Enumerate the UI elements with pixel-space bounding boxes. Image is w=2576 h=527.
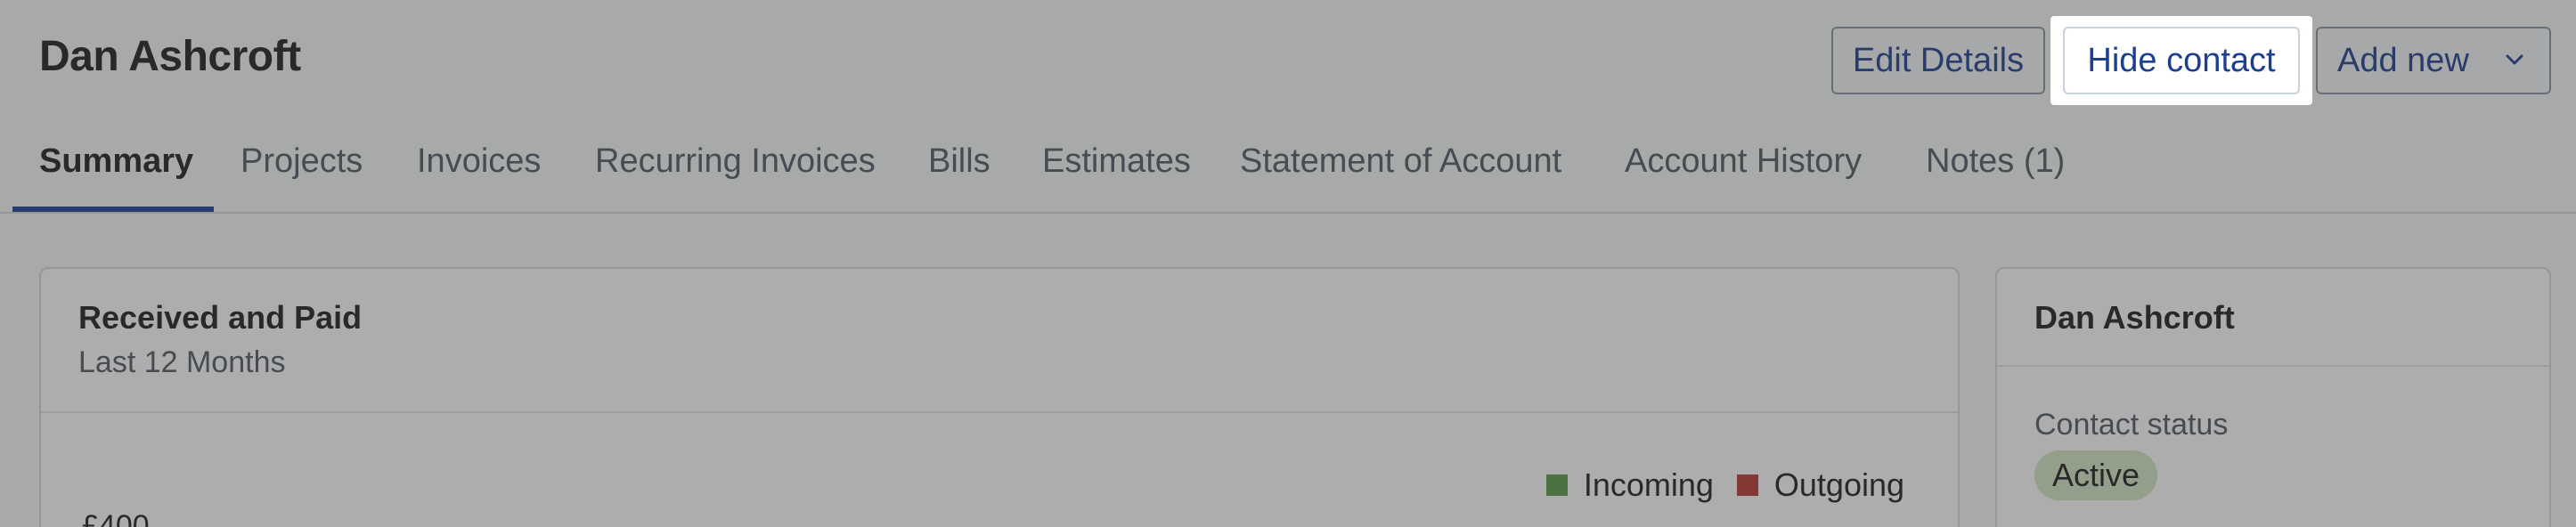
tab-statement-of-account[interactable]: Statement of Account <box>1240 142 1561 181</box>
legend-item-incoming: Incoming <box>1545 466 1714 504</box>
contact-details-card: Dan Ashcroft Contact status Active <box>1995 267 2551 527</box>
contact-card-title: Dan Ashcroft <box>2034 299 2235 336</box>
legend-swatch-outgoing <box>1736 474 1758 496</box>
tab-account-history[interactable]: Account History <box>1625 142 1862 181</box>
tab-bar: Summary Projects Invoices Recurring Invo… <box>0 134 2576 214</box>
add-new-label: Add new <box>2337 41 2469 79</box>
tab-bills[interactable]: Bills <box>928 142 990 181</box>
tab-projects[interactable]: Projects <box>240 142 363 181</box>
chart-card-title: Received and Paid <box>78 299 363 336</box>
card-divider <box>1997 365 2549 367</box>
chevron-down-icon <box>2506 54 2523 65</box>
chart-legend: Incoming Outgoing <box>1523 466 1904 504</box>
tab-summary[interactable]: Summary <box>39 142 193 181</box>
page-title: Dan Ashcroft <box>39 33 301 80</box>
tab-notes[interactable]: Notes (1) <box>1926 142 2065 181</box>
tab-invoices[interactable]: Invoices <box>417 142 541 181</box>
received-paid-card: Received and Paid Last 12 Months Incomin… <box>39 267 1960 527</box>
card-divider <box>41 411 1958 413</box>
contact-status-label: Contact status <box>2034 408 2229 442</box>
tab-estimates[interactable]: Estimates <box>1042 142 1191 181</box>
edit-details-button[interactable]: Edit Details <box>1831 27 2045 94</box>
add-new-button[interactable]: Add new <box>2316 27 2551 94</box>
y-axis-tick-label: £400 <box>82 509 150 527</box>
legend-label-outgoing: Outgoing <box>1773 466 1904 503</box>
status-badge: Active <box>2034 450 2158 500</box>
legend-label-incoming: Incoming <box>1583 466 1714 503</box>
tab-recurring-invoices[interactable]: Recurring Invoices <box>595 142 876 181</box>
active-tab-indicator <box>12 207 214 212</box>
legend-item-outgoing: Outgoing <box>1736 466 1904 504</box>
chart-card-subtitle: Last 12 Months <box>78 345 286 379</box>
legend-swatch-incoming <box>1545 474 1568 496</box>
hide-contact-button[interactable]: Hide contact <box>2063 27 2300 94</box>
